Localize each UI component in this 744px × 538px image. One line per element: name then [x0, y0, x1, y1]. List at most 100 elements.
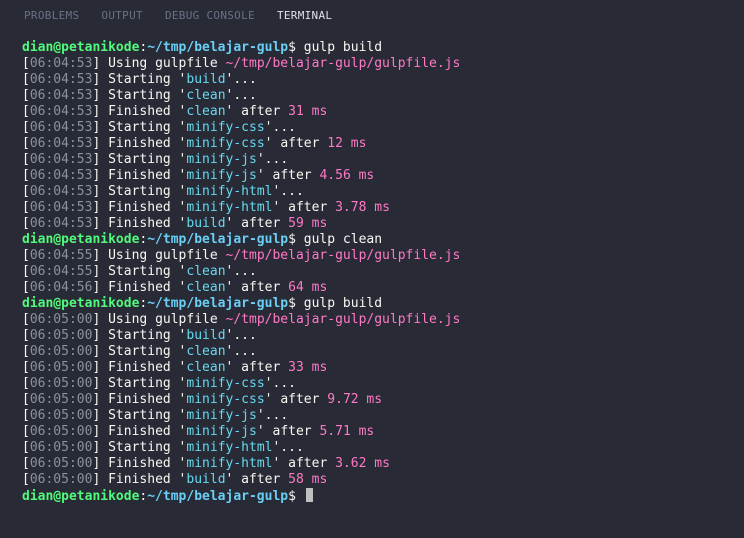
- log-line: [06:04:53] Starting 'build'...: [22, 72, 722, 88]
- log-line: [06:04:53] Finished 'minify-js' after 4.…: [22, 168, 722, 184]
- prompt-path: ~/tmp/belajar-gulp: [147, 40, 288, 55]
- timestamp: 06:04:53: [30, 88, 93, 103]
- timestamp: 06:04:55: [30, 248, 93, 263]
- prompt-user: dian@petanikode: [22, 232, 139, 247]
- log-line: [06:04:53] Starting 'minify-html'...: [22, 184, 722, 200]
- log-line: [06:04:53] Starting 'minify-js'...: [22, 152, 722, 168]
- log-line: [06:04:53] Finished 'minify-css' after 1…: [22, 136, 722, 152]
- task-duration: 5.71 ms: [319, 424, 374, 439]
- panel-tabs: PROBLEMS OUTPUT DEBUG CONSOLE TERMINAL: [0, 0, 744, 30]
- prompt-user: dian@petanikode: [22, 489, 139, 504]
- prompt-user: dian@petanikode: [22, 40, 139, 55]
- task-name: clean: [186, 104, 225, 119]
- timestamp: 06:04:53: [30, 152, 93, 167]
- task-name: minify-html: [186, 440, 272, 455]
- task-name: build: [186, 328, 225, 343]
- task-duration: 58 ms: [288, 472, 327, 487]
- timestamp: 06:05:00: [30, 376, 93, 391]
- log-line: [06:05:00] Finished 'build' after 58 ms: [22, 472, 722, 488]
- task-duration: 3.78 ms: [335, 200, 390, 215]
- prompt-line: dian@petanikode:~/tmp/belajar-gulp$ gulp…: [22, 296, 722, 312]
- timestamp: 06:05:00: [30, 408, 93, 423]
- timestamp: 06:05:00: [30, 472, 93, 487]
- prompt-user: dian@petanikode: [22, 296, 139, 311]
- log-line: [06:05:00] Starting 'minify-html'...: [22, 440, 722, 456]
- gulpfile-path: ~/tmp/belajar-gulp/gulpfile.js: [226, 56, 461, 71]
- terminal-output[interactable]: dian@petanikode:~/tmp/belajar-gulp$ gulp…: [0, 30, 744, 505]
- gulpfile-path: ~/tmp/belajar-gulp/gulpfile.js: [226, 248, 461, 263]
- task-name: clean: [186, 280, 225, 295]
- tab-terminal[interactable]: TERMINAL: [277, 9, 332, 22]
- task-name: minify-css: [186, 392, 264, 407]
- task-name: minify-js: [186, 152, 256, 167]
- tab-output[interactable]: OUTPUT: [101, 9, 143, 22]
- gulpfile-path: ~/tmp/belajar-gulp/gulpfile.js: [226, 312, 461, 327]
- task-name: minify-js: [186, 424, 256, 439]
- timestamp: 06:05:00: [30, 360, 93, 375]
- log-line: [06:05:00] Starting 'minify-js'...: [22, 408, 722, 424]
- cursor: [306, 488, 313, 502]
- task-duration: 64 ms: [288, 280, 327, 295]
- log-line: [06:04:53] Finished 'build' after 59 ms: [22, 216, 722, 232]
- task-name: minify-html: [186, 184, 272, 199]
- prompt-line: dian@petanikode:~/tmp/belajar-gulp$ gulp…: [22, 232, 722, 248]
- log-line: [06:05:00] Finished 'clean' after 33 ms: [22, 360, 722, 376]
- log-line: [06:05:00] Finished 'minify-css' after 9…: [22, 392, 722, 408]
- timestamp: 06:05:00: [30, 456, 93, 471]
- timestamp: 06:04:53: [30, 184, 93, 199]
- prompt-line: dian@petanikode:~/tmp/belajar-gulp$: [22, 488, 722, 505]
- log-line: [06:04:55] Using gulpfile ~/tmp/belajar-…: [22, 248, 722, 264]
- timestamp: 06:05:00: [30, 328, 93, 343]
- task-duration: 12 ms: [327, 136, 366, 151]
- timestamp: 06:04:53: [30, 72, 93, 87]
- tab-problems[interactable]: PROBLEMS: [24, 9, 79, 22]
- log-line: [06:04:56] Finished 'clean' after 64 ms: [22, 280, 722, 296]
- task-name: clean: [186, 360, 225, 375]
- task-name: minify-js: [186, 408, 256, 423]
- timestamp: 06:05:00: [30, 392, 93, 407]
- task-duration: 31 ms: [288, 104, 327, 119]
- prompt-command: gulp build: [304, 296, 382, 311]
- timestamp: 06:04:53: [30, 200, 93, 215]
- timestamp: 06:05:00: [30, 424, 93, 439]
- log-line: [06:05:00] Finished 'minify-html' after …: [22, 456, 722, 472]
- log-line: [06:05:00] Starting 'build'...: [22, 328, 722, 344]
- log-line: [06:05:00] Using gulpfile ~/tmp/belajar-…: [22, 312, 722, 328]
- timestamp: 06:04:56: [30, 280, 93, 295]
- log-line: [06:05:00] Starting 'clean'...: [22, 344, 722, 360]
- task-name: clean: [186, 344, 225, 359]
- task-name: minify-css: [186, 376, 264, 391]
- log-line: [06:05:00] Finished 'minify-js' after 5.…: [22, 424, 722, 440]
- timestamp: 06:04:53: [30, 168, 93, 183]
- prompt-path: ~/tmp/belajar-gulp: [147, 296, 288, 311]
- prompt-command: gulp clean: [304, 232, 382, 247]
- tab-debug-console[interactable]: DEBUG CONSOLE: [165, 9, 255, 22]
- log-line: [06:04:55] Starting 'clean'...: [22, 264, 722, 280]
- task-duration: 59 ms: [288, 216, 327, 231]
- task-name: clean: [186, 88, 225, 103]
- prompt-line: dian@petanikode:~/tmp/belajar-gulp$ gulp…: [22, 40, 722, 56]
- timestamp: 06:04:53: [30, 216, 93, 231]
- timestamp: 06:04:53: [30, 136, 93, 151]
- task-duration: 9.72 ms: [327, 392, 382, 407]
- timestamp: 06:04:53: [30, 120, 93, 135]
- task-name: build: [186, 472, 225, 487]
- log-line: [06:04:53] Finished 'minify-html' after …: [22, 200, 722, 216]
- log-line: [06:05:00] Starting 'minify-css'...: [22, 376, 722, 392]
- log-line: [06:04:53] Starting 'clean'...: [22, 88, 722, 104]
- task-name: minify-html: [186, 456, 272, 471]
- task-name: build: [186, 216, 225, 231]
- log-line: [06:04:53] Using gulpfile ~/tmp/belajar-…: [22, 56, 722, 72]
- log-line: [06:04:53] Finished 'clean' after 31 ms: [22, 104, 722, 120]
- task-name: minify-html: [186, 200, 272, 215]
- task-duration: 33 ms: [288, 360, 327, 375]
- timestamp: 06:05:00: [30, 344, 93, 359]
- timestamp: 06:04:55: [30, 264, 93, 279]
- task-name: minify-css: [186, 120, 264, 135]
- prompt-path: ~/tmp/belajar-gulp: [147, 489, 288, 504]
- timestamp: 06:04:53: [30, 56, 93, 71]
- task-duration: 3.62 ms: [335, 456, 390, 471]
- timestamp: 06:05:00: [30, 440, 93, 455]
- timestamp: 06:05:00: [30, 312, 93, 327]
- task-name: minify-css: [186, 136, 264, 151]
